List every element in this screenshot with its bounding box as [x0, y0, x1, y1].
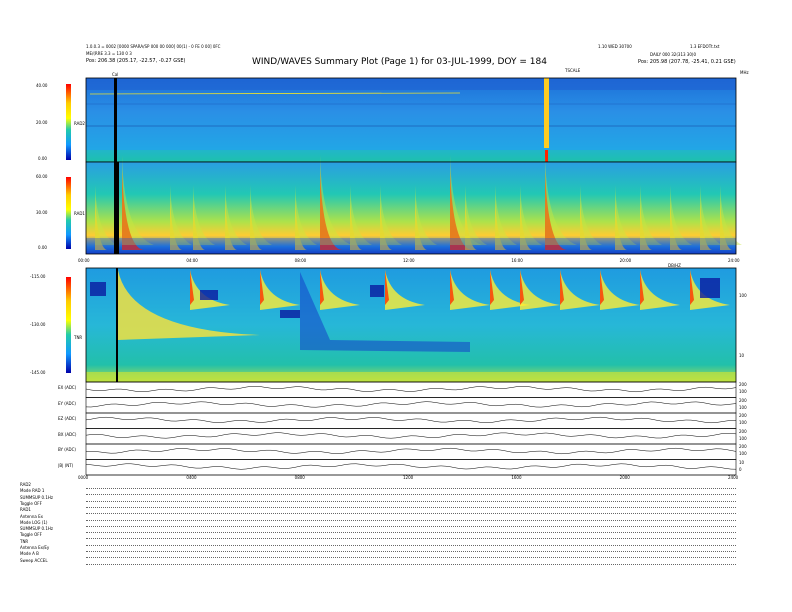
bottom-time-tick-label: 0800 [294, 475, 305, 480]
line-panel-right-tick: 200 [739, 397, 747, 403]
bottom-time-tick-label: 2400 [728, 475, 739, 480]
mid-time-tick-label: 08:00 [294, 258, 307, 263]
footer-dotted-row [86, 532, 736, 534]
footer-dotted-row [86, 519, 736, 521]
footer-dotted-row [86, 538, 736, 540]
rad1-colorbar [66, 177, 71, 249]
line-panel-right-tick: 100 [739, 404, 747, 410]
line-panel-frame [85, 459, 737, 476]
tnr-dark-patch [200, 290, 218, 300]
footer-setting-label: Antenna Ex [20, 513, 43, 519]
line-panel-trace [85, 432, 737, 439]
footer-dotted-row [86, 506, 736, 508]
footer-setting-label: Mode A B [20, 551, 39, 557]
line-panel-right-tick: 100 [739, 389, 747, 394]
footer-setting-label: Mode RAD 1 [20, 488, 45, 494]
line-panel-right-tick: 0 [739, 466, 742, 472]
tnr-dark-patch [280, 310, 300, 318]
footer-dotted-row [86, 544, 736, 546]
line-panel-label: BY (ADC) [58, 447, 76, 452]
mid-time-tick-label: 24:00 [728, 258, 740, 263]
rad2-tick-bottom: 0.00 [38, 156, 47, 161]
mid-time-tick-label: 04:00 [186, 258, 198, 263]
footer-dotted-row [86, 525, 736, 527]
bottom-time-tick-label: 1200 [403, 475, 414, 480]
line-panel-right-tick: 100 [739, 435, 747, 441]
footer-dotted-row [86, 563, 736, 565]
rad2-axis-label: RAD2 [74, 121, 85, 126]
line-panel-trace [85, 416, 737, 424]
line-panel-trace [85, 401, 737, 408]
tnr-right-tick-100: 100 [739, 293, 747, 298]
footer-setting-label: Sweep ACCEL [20, 557, 48, 563]
bottom-time-tick-label: 2000 [619, 475, 630, 480]
footer-setting-label: Antenna Ex/Ey [20, 545, 50, 550]
tnr-axis-label: TNR [74, 335, 83, 340]
line-panel-trace [85, 386, 737, 393]
tnr-corner-label: DB/HZ [668, 263, 681, 268]
rad1-axis-label: RAD1 [74, 211, 85, 216]
line-panel-frame [85, 443, 737, 460]
mid-time-tick-label: 00:00 [78, 258, 90, 263]
line-panel-right-tick: 10 [739, 459, 745, 465]
tnr-dark-patch [90, 282, 106, 296]
tnr-tick-top: -115.00 [30, 274, 46, 279]
line-panel-label: EY (ADC) [58, 400, 76, 406]
rad2-panel [85, 77, 737, 163]
mid-time-tick-label: 20:00 [619, 258, 632, 263]
line-panel-right-tick: 200 [739, 382, 747, 387]
footer-dotted-row [86, 557, 736, 559]
line-panel-frame [85, 412, 737, 429]
footer-setting-label: Mode LOG (1) [20, 519, 48, 525]
rad2-colorbar [66, 84, 71, 160]
rad1-tick-bottom: 0.00 [38, 245, 47, 250]
line-panel-right-tick: 200 [739, 428, 747, 434]
footer-dotted-row [86, 551, 736, 552]
line-panel-label: |B| (NT) [58, 462, 74, 468]
line-panel-trace [85, 447, 737, 455]
footer-setting-label: Toggle OFF [20, 532, 42, 538]
tnr-low-band [86, 372, 736, 382]
footer-setting-label: RAD1 [20, 507, 31, 513]
footer-dotted-row [86, 513, 736, 515]
mid-time-tick-label: 16:00 [511, 258, 523, 263]
rad2-tick-top: 40.00 [36, 83, 48, 88]
footer-setting-label: SUMMSUP 0.1Hz [20, 526, 53, 532]
rad1-panel [85, 155, 742, 255]
bottom-time-tick-label: 0400 [186, 475, 197, 480]
footer-dotted-row [86, 488, 736, 489]
footer-setting-label: RAD2 [20, 482, 31, 487]
footer-dotted-row [86, 500, 736, 502]
tnr-tick-mid: -130.00 [30, 322, 46, 327]
line-panel-label: BX (ADC) [58, 431, 77, 437]
mid-time-tick-label: 12:00 [403, 258, 415, 263]
line-panel-label: EZ (ADC) [58, 416, 77, 421]
rad1-low-band [86, 238, 736, 254]
tnr-colorbar [66, 277, 71, 373]
footer-setting-label: SUMMSUP 0.1Hz [20, 494, 53, 500]
footer-setting-label: Toggle OFF [20, 500, 42, 506]
bottom-time-tick-label: 1600 [511, 475, 522, 480]
line-panel-frame [85, 397, 737, 414]
line-panel-frame [85, 381, 737, 398]
footer-setting-label: TNR [20, 538, 29, 544]
line-panel-right-tick: 200 [739, 413, 747, 418]
tnr-dark-patch [370, 285, 384, 297]
tnr-panel [85, 267, 737, 383]
line-panel-trace [85, 463, 737, 470]
line-panel-right-tick: 100 [739, 451, 747, 456]
line-panel-right-tick: 200 [739, 444, 747, 449]
rad1-tick-mid: 30.00 [36, 210, 48, 215]
rad2-tick-mid: 20.00 [36, 120, 48, 125]
bottom-time-tick-label: 0000 [78, 475, 89, 480]
rad1-tick-top: 60.00 [36, 174, 48, 179]
footer-dotted-row [86, 494, 736, 496]
line-panel-label: EX (ADC) [58, 385, 77, 390]
tnr-tick-bottom: -145.00 [30, 370, 46, 375]
line-panel-right-tick: 100 [739, 420, 747, 425]
line-panels [85, 381, 737, 476]
tnr-right-tick-10: 10 [739, 353, 745, 358]
tnr-dark-patch [700, 278, 720, 298]
